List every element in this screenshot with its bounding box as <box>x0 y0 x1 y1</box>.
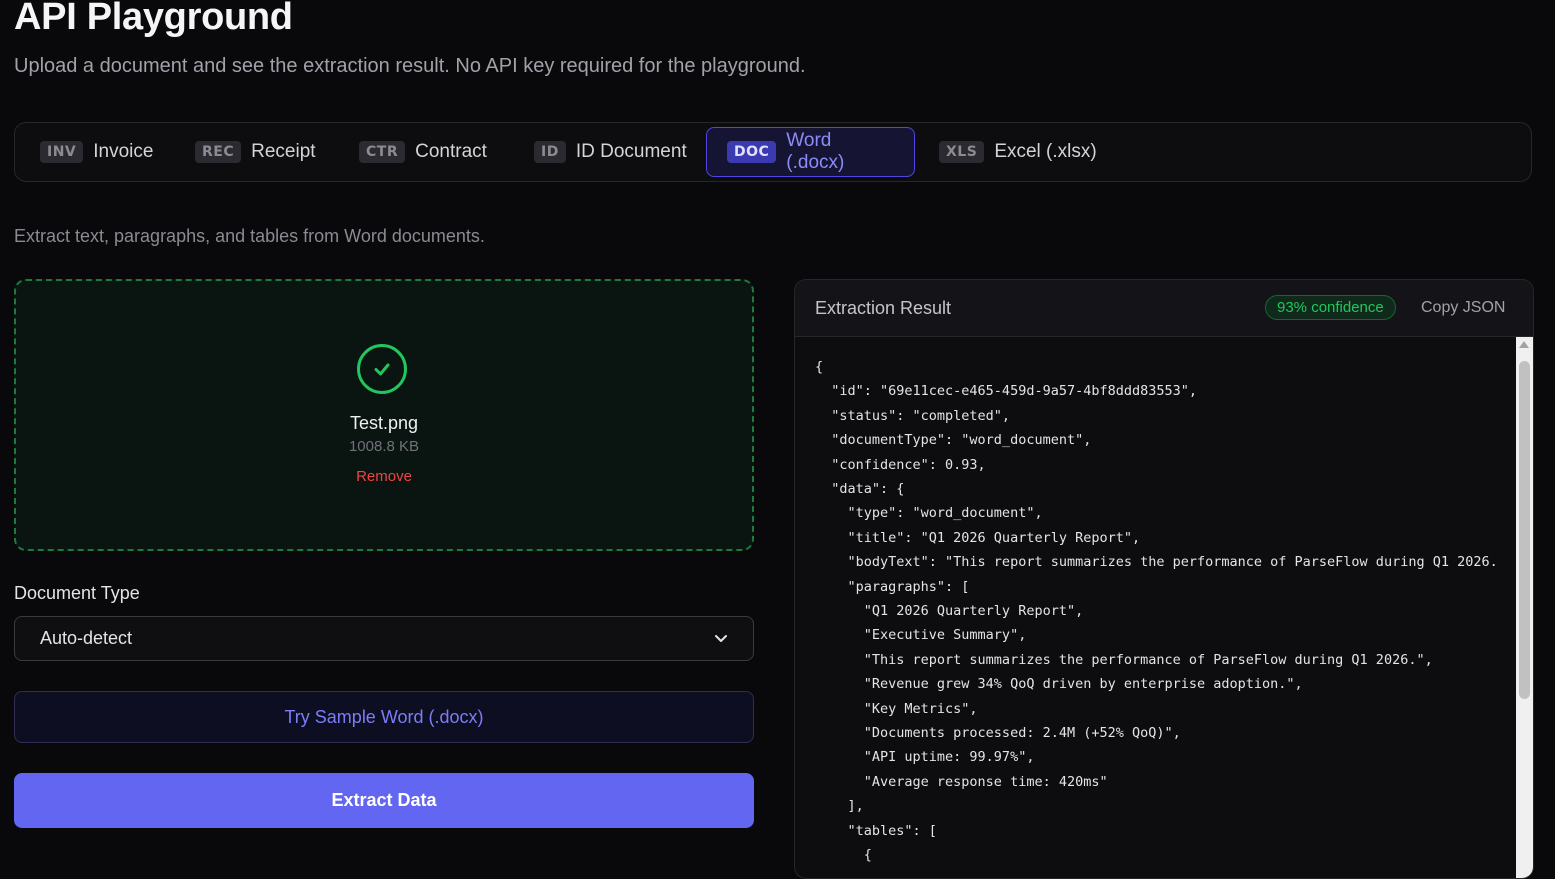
remove-file-button[interactable]: Remove <box>16 468 752 485</box>
document-type-selected-value: Auto-detect <box>40 628 133 648</box>
extract-data-button[interactable]: Extract Data <box>14 773 754 828</box>
document-type-label: Document Type <box>14 583 140 603</box>
scroll-thumb[interactable] <box>1519 361 1530 699</box>
tab-tag: XLS <box>939 141 985 163</box>
tab-label: ID Document <box>575 141 687 162</box>
tab-contract[interactable]: CTR Contract <box>334 127 507 177</box>
json-line: "API uptime: 99.97%", <box>815 749 1035 766</box>
copy-json-button[interactable]: Copy JSON <box>1421 299 1505 317</box>
tab-label: Word (.docx) <box>786 130 845 173</box>
json-line: "Average response time: 420ms" <box>815 773 1108 790</box>
document-type-description: Extract text, paragraphs, and tables fro… <box>14 226 485 246</box>
json-line: { <box>815 847 872 863</box>
json-line: "confidence": 0.93, <box>815 456 986 473</box>
json-line: "Key Metrics", <box>815 700 978 717</box>
tab-label: Contract <box>415 141 487 162</box>
json-line: { <box>815 359 824 375</box>
extraction-result-panel: Extraction Result 93% confidence Copy JS… <box>794 279 1534 879</box>
json-line: "Executive Summary", <box>815 627 1027 644</box>
tab-tag: ID <box>534 141 566 163</box>
uploaded-file-name: Test.png <box>349 413 419 433</box>
tab-tag: DOC <box>727 141 777 163</box>
json-line: "status": "completed", <box>815 407 1011 424</box>
tab-tag: REC <box>195 141 242 163</box>
try-sample-button[interactable]: Try Sample Word (.docx) <box>14 691 754 743</box>
json-output[interactable]: { "id": "69e11cec-e465-459d-9a57-4bf8ddd… <box>795 337 1515 878</box>
tab-tag: INV <box>40 141 84 163</box>
upload-dropzone[interactable]: Test.png 1008.8 KB Remove <box>14 279 754 551</box>
tab-tag: CTR <box>359 141 406 163</box>
tab-label: Excel (.xlsx) <box>994 141 1097 162</box>
uploaded-file-size: 1008.8 KB <box>348 438 420 455</box>
json-line: "title": "Q1 2026 Quarterly Report", <box>815 529 1141 546</box>
tab-label: Receipt <box>251 141 316 162</box>
json-line: "bodyText": "This report summarizes the … <box>815 554 1498 571</box>
json-line: "Revenue grew 34% QoQ driven by enterpri… <box>815 676 1303 693</box>
document-type-tabs: INV Invoice REC Receipt CTR Contract ID … <box>14 122 1532 182</box>
tab-excel-xlsx[interactable]: XLS Excel (.xlsx) <box>914 127 1117 177</box>
json-line: "id": "69e11cec-e465-459d-9a57-4bf8ddd83… <box>815 383 1198 400</box>
vertical-scrollbar[interactable] <box>1516 337 1533 878</box>
chevron-down-icon <box>714 628 728 649</box>
json-line: "Documents processed: 2.4M (+52% QoQ)", <box>815 725 1181 741</box>
check-circle-icon <box>357 344 407 394</box>
json-line: "tables": [ <box>815 822 937 839</box>
result-title: Extraction Result <box>815 298 952 318</box>
page-title: API Playground <box>14 0 293 38</box>
tab-id-document[interactable]: ID ID Document <box>509 127 707 177</box>
json-line: ], <box>815 798 864 815</box>
json-line: "type": "word_document", <box>815 505 1043 522</box>
json-line: "This report summarizes the performance … <box>815 651 1433 668</box>
result-header: Extraction Result 93% confidence Copy JS… <box>795 280 1533 337</box>
document-type-select[interactable]: Auto-detect <box>14 616 754 661</box>
tab-word-docx[interactable]: DOC Word (.docx) <box>706 127 915 177</box>
confidence-badge: 93% confidence <box>1265 295 1396 320</box>
page-subtitle: Upload a document and see the extraction… <box>14 55 806 77</box>
tab-invoice[interactable]: INV Invoice <box>15 127 173 177</box>
tab-receipt[interactable]: REC Receipt <box>170 127 336 177</box>
json-line: "data": { <box>815 481 905 497</box>
tab-label: Invoice <box>93 141 154 162</box>
json-line: "Q1 2026 Quarterly Report", <box>815 603 1084 619</box>
json-line: "paragraphs": [ <box>815 578 970 595</box>
scroll-up-arrow-icon[interactable] <box>1519 341 1529 348</box>
json-line: "documentType": "word_document", <box>815 432 1092 449</box>
